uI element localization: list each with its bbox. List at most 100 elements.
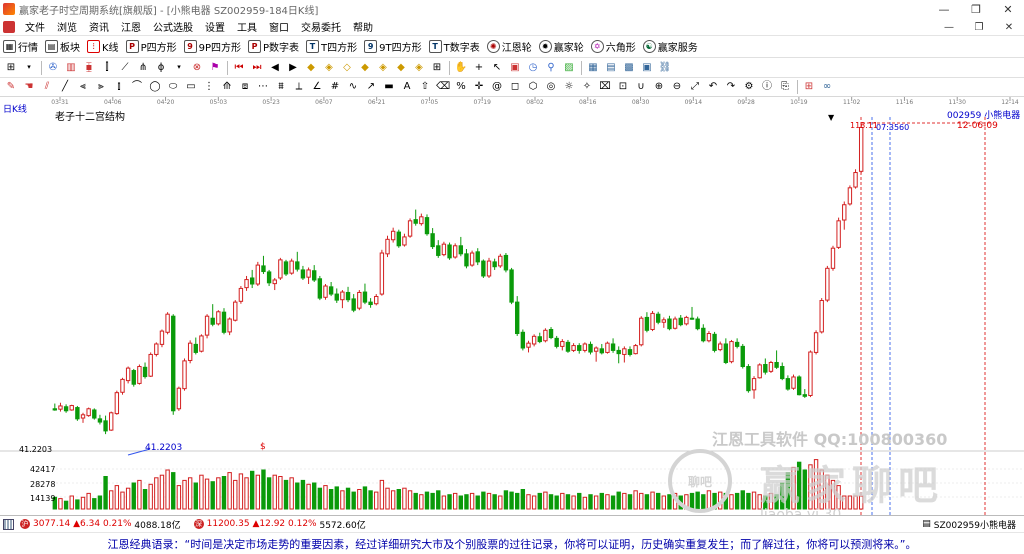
menu-gann[interactable]: 江恩 [115, 19, 147, 34]
toolbar-kline[interactable]: ⫶ K线 [87, 39, 119, 54]
dropdown-small-icon[interactable]: ▾ [172, 61, 186, 75]
undo-icon[interactable]: ↶ [706, 80, 720, 94]
left-arrow-icon[interactable]: ◀ [268, 61, 282, 75]
fork-tool-icon[interactable]: ⋔ [136, 61, 150, 75]
settings-icon[interactable]: ⚙ [742, 80, 756, 94]
flag-icon[interactable]: ⚑ [208, 61, 222, 75]
hex-tool-icon[interactable]: ⬡ [526, 80, 540, 94]
lock-icon[interactable]: ⊡ [616, 80, 630, 94]
trend-line-icon[interactable]: ╱ [58, 80, 72, 94]
menu-browse[interactable]: 浏览 [51, 19, 83, 34]
fit-icon[interactable]: ⤢ [688, 80, 702, 94]
zoom-out-icon[interactable]: ⊖ [670, 80, 684, 94]
menu-help[interactable]: 帮助 [347, 19, 379, 34]
sun-tool-icon[interactable]: ☼ [562, 80, 576, 94]
diamond-up-icon[interactable]: ◈ [322, 61, 336, 75]
document-menu-icon[interactable] [3, 20, 15, 33]
ruler-icon[interactable]: ▬ [382, 80, 396, 94]
chart-small-icon[interactable]: ▨ [562, 61, 576, 75]
square-tool-icon[interactable]: ◻ [508, 80, 522, 94]
window-titlebar[interactable]: 赢家老子时空周期系统[旗舰版] - [小熊电器 SZ002959-184日K线]… [0, 0, 1024, 18]
diamond-down-icon[interactable]: ◇ [340, 61, 354, 75]
mark-tool-icon[interactable]: ⇧ [418, 80, 432, 94]
minimize-button[interactable]: — [928, 0, 960, 18]
grid-icon[interactable] [3, 518, 14, 530]
text-tool-icon[interactable]: A [400, 80, 414, 94]
crosshair-icon[interactable]: + [472, 61, 486, 75]
mdi-close-button[interactable]: ✕ [994, 18, 1024, 36]
redo-icon[interactable]: ↷ [724, 80, 738, 94]
parallel-line-icon[interactable]: ⫷ [76, 80, 90, 94]
menu-news[interactable]: 资讯 [83, 19, 115, 34]
clock-icon[interactable]: ◷ [526, 61, 540, 75]
cursor-icon[interactable]: ↖ [490, 61, 504, 75]
spiral-icon[interactable]: @ [490, 80, 504, 94]
shanghai-index[interactable]: 沪 3077.14 ▲6.34 0.21% 4088.18亿 [17, 518, 181, 531]
circle-draw-icon[interactable]: ◯ [148, 80, 162, 94]
star-tool-icon[interactable]: ✧ [580, 80, 594, 94]
pin-icon[interactable]: ⚲ [544, 61, 558, 75]
toolbar-p-number-table[interactable]: P P数字表 [248, 39, 299, 54]
bars-icon[interactable]: ▥ [64, 61, 78, 75]
toolbar-gann-wheel[interactable]: ✺ 江恩轮 [486, 39, 532, 54]
cross-tool-icon[interactable]: ✛ [472, 80, 486, 94]
speed-line-icon[interactable]: ⟂ [292, 80, 306, 94]
save-draw-icon[interactable]: ⎘ [778, 80, 792, 94]
grid-toggle-icon[interactable]: ⊞ [802, 80, 816, 94]
diamond-center-icon[interactable]: ◆ [394, 61, 408, 75]
menu-file[interactable]: 文件 [19, 19, 51, 34]
fan-line-icon[interactable]: ⫸ [94, 80, 108, 94]
menu-window[interactable]: 窗口 [263, 19, 295, 34]
tick-tool-icon[interactable]: ɸ [154, 61, 168, 75]
eraser-icon[interactable]: ⌧ [598, 80, 612, 94]
toolbar-9t-square[interactable]: 9 9T四方形 [364, 39, 422, 54]
zoom-in-icon[interactable]: ⊕ [652, 80, 666, 94]
toolbar-sector[interactable]: ▤ 板块 [45, 39, 80, 54]
right-arrow-icon[interactable]: ▶ [286, 61, 300, 75]
kline-chart-area[interactable]: 03-31 04-06 04-20 05-03 05-23 06-07 06-21 07-05… [0, 97, 1024, 523]
diamond-icon[interactable]: ◆ [304, 61, 318, 75]
shenzhen-index[interactable]: 深 11200.35 ▲12.92 0.12% 5572.60亿 [191, 518, 366, 531]
first-bar-icon[interactable]: ⏮ [232, 61, 246, 75]
close-button[interactable]: ✕ [992, 0, 1024, 18]
study-dropdown-icon[interactable]: ▼ [828, 113, 834, 122]
toolbar-winner-service[interactable]: ☯ 赢家服务 [642, 39, 698, 54]
wave-icon[interactable]: ∿ [346, 80, 360, 94]
gift-icon[interactable]: ▣ [508, 61, 522, 75]
fibonacci-icon[interactable]: ⋮ [202, 80, 216, 94]
arrow-line-icon[interactable]: ↗ [364, 80, 378, 94]
delete-tool-icon[interactable]: ⌫ [436, 80, 450, 94]
magnet-icon[interactable]: ∪ [634, 80, 648, 94]
diamond-left-icon[interactable]: ◆ [358, 61, 372, 75]
ellipse-icon[interactable]: ⬭ [166, 80, 180, 94]
window-tile-icon[interactable]: ▦ [586, 61, 600, 75]
save-icon[interactable]: ▤ [604, 61, 618, 75]
grid-line-icon[interactable]: # [328, 80, 342, 94]
current-stock-label[interactable]: ▤ SZ002959小熊电器 [922, 518, 1016, 531]
period-label[interactable]: 日K线 [3, 102, 27, 115]
infinity-icon[interactable]: ∞ [820, 80, 834, 94]
toolbar-winner-wheel[interactable]: ✹ 赢家轮 [538, 39, 584, 54]
last-bar-icon[interactable]: ⏭ [250, 61, 264, 75]
toolbar-t-square[interactable]: T T四方形 [306, 39, 357, 54]
mdi-minimize-button[interactable]: — [934, 18, 964, 36]
candles-icon[interactable]: ⧯ [82, 61, 96, 75]
layout-icon[interactable]: ⊞ [4, 61, 18, 75]
toolbar-quote[interactable]: ▦ 行情 [3, 39, 38, 54]
info-icon[interactable]: ⓘ [760, 80, 774, 94]
network-icon[interactable]: ⛓ [658, 61, 672, 75]
pencil-icon[interactable]: ✎ [4, 80, 18, 94]
compass-icon[interactable]: ⊗ [190, 61, 204, 75]
circle-tool-icon[interactable]: ◎ [544, 80, 558, 94]
diamond-right-icon[interactable]: ◈ [376, 61, 390, 75]
line-tool-icon[interactable]: ⟋ [118, 61, 132, 75]
channel-icon[interactable]: ⫾ [112, 80, 126, 94]
gann-box-icon[interactable]: ⧈ [238, 80, 252, 94]
grid-table-icon[interactable]: ⊞ [430, 61, 444, 75]
print-icon[interactable]: ▩ [622, 61, 636, 75]
toolbar-hexagon[interactable]: ✡ 六角形 [590, 39, 636, 54]
price-channel-icon[interactable]: ⩩ [274, 80, 288, 94]
diamond-fill-icon[interactable]: ◈ [412, 61, 426, 75]
angle-icon[interactable]: ∠ [310, 80, 324, 94]
menu-formula-screener[interactable]: 公式选股 [147, 19, 199, 34]
